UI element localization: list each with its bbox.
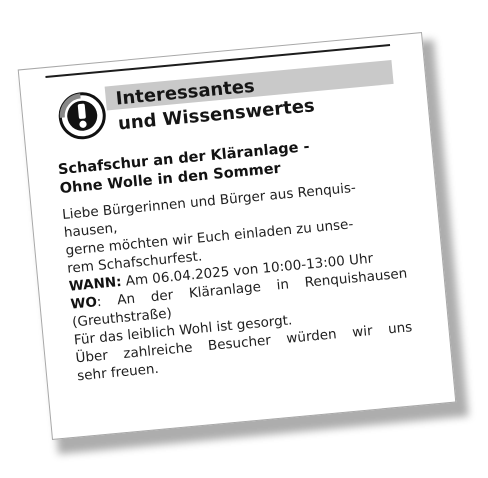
- where-label: WO: [69, 294, 98, 313]
- notice-content: Schafschur an der Kläranlage - Ohne Woll…: [57, 130, 414, 385]
- exclamation-info-icon: [55, 89, 109, 143]
- notice-card: Interessantes und Wissenswertes Schafsch…: [17, 32, 457, 440]
- header-title: Interessantes und Wissenswertes: [115, 68, 316, 136]
